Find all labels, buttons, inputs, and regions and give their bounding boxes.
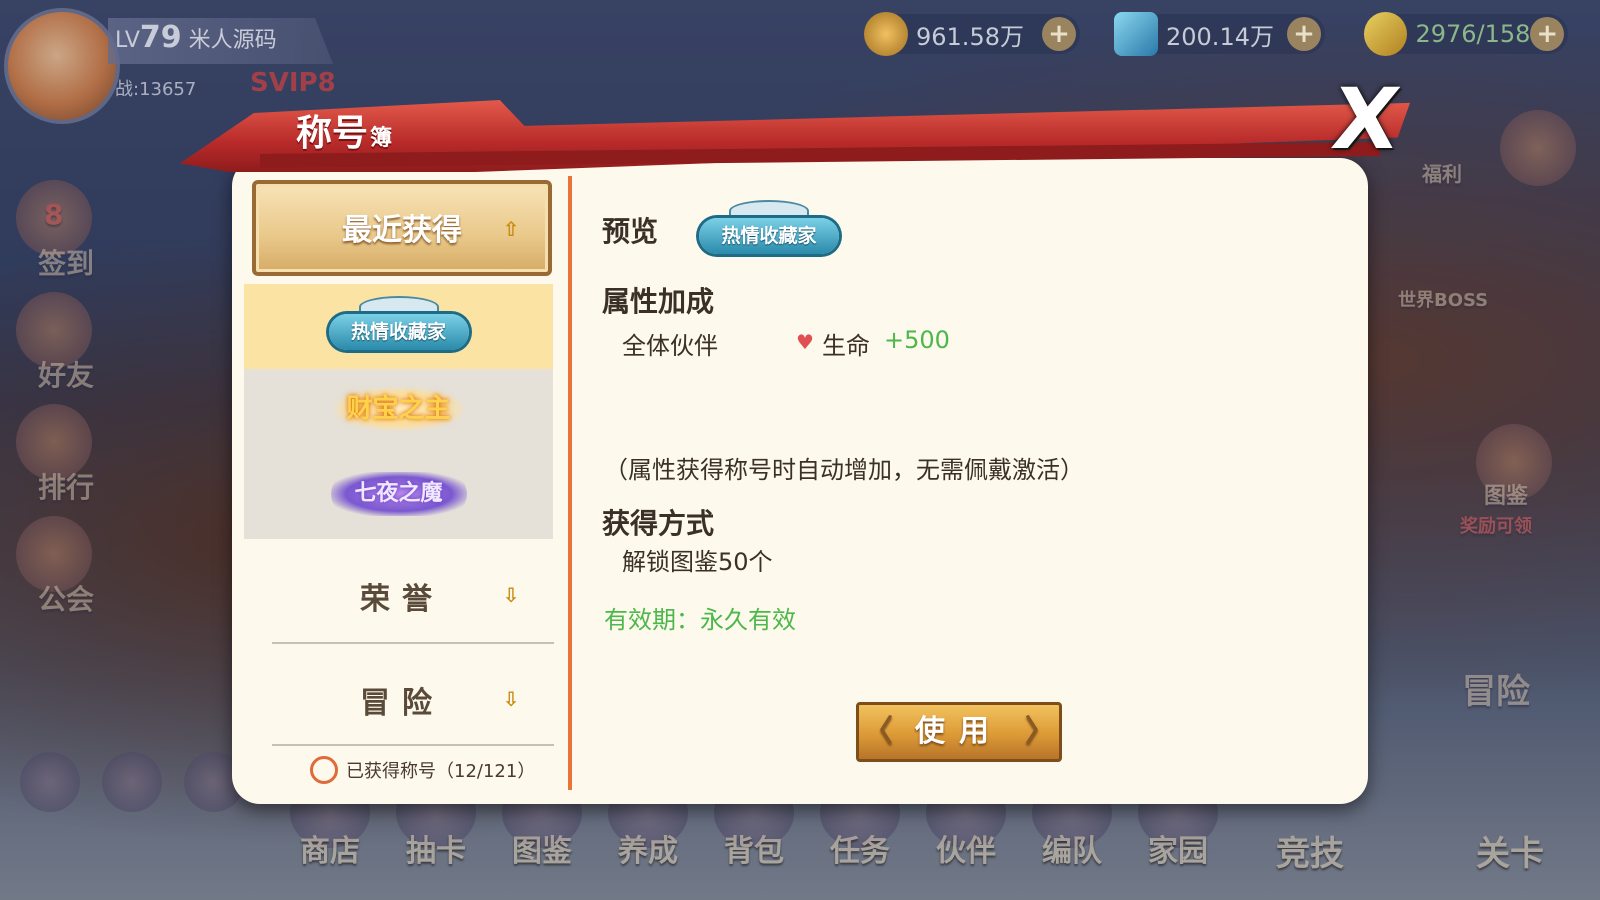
attribute-note: （属性获得称号时自动增加，无需佩戴激活） [604, 456, 1084, 484]
nav-quest[interactable]: 任务 [805, 826, 915, 870]
title-badge: 热情收藏家 [328, 314, 469, 350]
nav-shop[interactable]: 商店 [275, 826, 385, 870]
player-level: LV79 米人源码 [115, 20, 277, 55]
collapse-arrow-icon: ⇧ [502, 217, 520, 241]
nav-train[interactable]: 养成 [593, 826, 703, 870]
add-gold-button[interactable]: + [1042, 17, 1076, 51]
expand-arrow-icon: ⇩ [502, 687, 520, 711]
title-list-item[interactable]: 热情收藏家 [244, 284, 553, 369]
player-avatar[interactable] [4, 8, 120, 124]
heart-icon: ♥ [796, 330, 814, 354]
modal-title: 称号簿 [296, 113, 393, 154]
title-list-item[interactable]: 七夜之魔 [244, 454, 553, 539]
reward-available-label: 奖励可领 [1460, 516, 1532, 537]
nav-formation[interactable]: 编队 [1017, 826, 1127, 870]
validity-text: 有效期：永久有效 [604, 606, 796, 634]
player-power: 战:13657 [115, 79, 197, 100]
preview-label: 预览 [602, 215, 659, 248]
button-right-ornament-icon: 〉 [1025, 714, 1055, 749]
chat-icon[interactable] [20, 752, 80, 812]
checkin-label: 签到 [38, 247, 95, 280]
nav-home[interactable]: 家园 [1123, 826, 1233, 870]
welfare-label: 福利 [1422, 162, 1462, 186]
nav-arena[interactable]: 竞技 [1255, 826, 1365, 875]
owned-count-text: 已获得称号（12/121） [346, 761, 536, 782]
add-diamond-button[interactable]: + [1287, 17, 1321, 51]
attribute-name: 生命 [822, 332, 870, 360]
world-boss-label: 世界BOSS [1398, 290, 1489, 311]
ring-icon [310, 756, 338, 784]
nav-handbook[interactable]: 图鉴 [487, 826, 597, 870]
owned-count-row: 已获得称号（12/121） [310, 756, 535, 784]
nav-gacha[interactable]: 抽卡 [381, 826, 491, 870]
obtain-method: 解锁图鉴50个 [622, 548, 773, 576]
mail-icon[interactable] [102, 752, 162, 812]
preview-badge: 热情收藏家 [699, 218, 839, 254]
add-stamina-button[interactable]: + [1530, 17, 1564, 51]
stamina-resource: 2976/158 + [1364, 12, 1568, 56]
player-name: 米人源码 [188, 28, 277, 53]
preview-badge-wrap: 热情收藏家 [694, 198, 844, 258]
nav-bag[interactable]: 背包 [699, 826, 809, 870]
title-badge: 财宝之主 [333, 387, 464, 431]
modal-title-suffix: 簿 [370, 126, 393, 151]
close-button[interactable]: X [1324, 70, 1409, 168]
diamond-resource: 200.14万 + [1114, 12, 1325, 56]
use-button-label: 使用 [915, 714, 1003, 749]
button-left-ornament-icon: 〈 [863, 714, 893, 749]
diamond-icon [1114, 12, 1158, 56]
attribute-value: +500 [884, 326, 950, 354]
attribute-target: 全体伙伴 [622, 332, 718, 360]
checkin-day-badge: 8 [44, 198, 64, 231]
gold-resource: 961.58万 + [864, 12, 1080, 56]
obtain-heading: 获得方式 [602, 507, 715, 540]
category-divider [272, 744, 554, 746]
column-divider [568, 176, 572, 790]
expand-arrow-icon: ⇩ [502, 583, 520, 607]
adventure-label: 冒险 [1462, 672, 1530, 712]
vip-badge: SVIP8 [250, 68, 336, 98]
use-button[interactable]: 〈 使用 〉 [856, 702, 1062, 762]
coin-icon [864, 12, 908, 56]
friends-label: 好友 [38, 359, 95, 392]
menu-icon[interactable] [1500, 110, 1576, 186]
nav-partner[interactable]: 伙伴 [911, 826, 1021, 870]
collection-label: 图鉴 [1484, 484, 1529, 509]
ranking-label: 排行 [38, 471, 95, 504]
nav-stage[interactable]: 关卡 [1455, 826, 1565, 875]
title-badge: 七夜之魔 [330, 472, 467, 516]
attribute-heading: 属性加成 [602, 285, 715, 318]
guild-label: 公会 [38, 583, 95, 616]
title-list-item[interactable]: 财宝之主 [244, 369, 553, 454]
stamina-icon [1364, 12, 1408, 56]
category-divider [272, 642, 554, 644]
